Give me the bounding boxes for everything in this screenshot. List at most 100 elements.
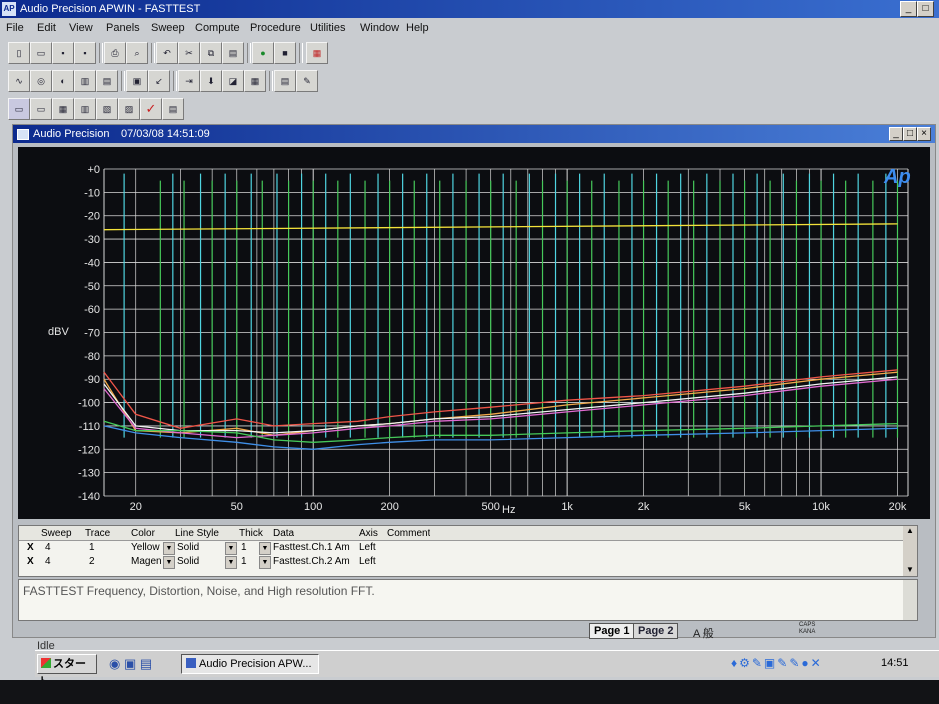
row-enable-toggle[interactable]: X <box>27 542 34 554</box>
child-restore-button[interactable]: □ <box>903 127 917 141</box>
color-dropdown-icon[interactable]: ▼ <box>163 542 175 555</box>
menu-edit[interactable]: Edit <box>37 22 56 34</box>
cut-icon[interactable]: ✂ <box>178 42 200 64</box>
menu-sweep[interactable]: Sweep <box>151 22 185 34</box>
list-icon[interactable]: ▤ <box>162 98 184 120</box>
dsp-panel-icon[interactable]: ▥ <box>74 70 96 92</box>
menu-panels[interactable]: Panels <box>106 22 140 34</box>
app-icon: AP <box>2 2 16 16</box>
graph-icon[interactable]: ◪ <box>222 70 244 92</box>
view-window-icon[interactable]: ▭ <box>8 98 30 120</box>
cell-line-style[interactable]: Solid <box>177 542 199 554</box>
cell-axis[interactable]: Left <box>359 556 376 568</box>
calc-icon[interactable]: ▦ <box>306 42 328 64</box>
log-icon[interactable]: ▤ <box>274 70 296 92</box>
print-icon[interactable]: ⎙ <box>104 42 126 64</box>
save-all-icon[interactable]: ▪ <box>74 42 96 64</box>
save-icon[interactable]: ▪ <box>52 42 74 64</box>
col-comment: Comment <box>387 528 431 539</box>
menu-help[interactable]: Help <box>406 22 429 34</box>
x-tick-label: 20 <box>130 501 142 513</box>
taskbar: スタート ◉ ▣ ▤ Audio Precision APW... ♦⚙✎▣✎✎… <box>35 650 939 680</box>
comment-box[interactable]: FASTTEST Frequency, Distortion, Noise, a… <box>18 579 918 621</box>
status-bit-icon[interactable]: ▤ <box>96 70 118 92</box>
cell-sweep[interactable]: 4 <box>45 556 51 568</box>
scroll-down-icon[interactable]: ▼ <box>903 565 917 574</box>
view-table-icon[interactable]: ▦ <box>52 98 74 120</box>
menu-file[interactable]: File <box>6 22 24 34</box>
cell-trace[interactable]: 1 <box>89 542 95 554</box>
meter-panel-icon[interactable]: ◐ <box>52 70 74 92</box>
y-tick-label: -10 <box>84 187 100 199</box>
check-icon[interactable]: ✓ <box>140 98 162 120</box>
undo-icon[interactable]: ↶ <box>156 42 178 64</box>
thick-dropdown-icon[interactable]: ▼ <box>259 542 271 555</box>
generator-panel-icon[interactable]: ∿ <box>8 70 30 92</box>
line-style-dropdown-icon[interactable]: ▼ <box>225 556 237 569</box>
line-style-dropdown-icon[interactable]: ▼ <box>225 542 237 555</box>
go-icon[interactable]: ● <box>252 42 274 64</box>
scroll-up-icon[interactable]: ▲ <box>903 526 917 538</box>
graph-window-title-bar: Audio Precision 07/03/08 14:51:09 _ □ × <box>13 125 935 143</box>
cell-color[interactable]: Magen <box>131 556 163 568</box>
series-line <box>103 369 898 429</box>
table-row[interactable]: X 4 1 Yellow ▼ Solid ▼ 1 ▼ Fasttest.Ch.1… <box>19 542 917 555</box>
x-tick-label: 200 <box>380 501 398 513</box>
child-close-button[interactable]: × <box>917 127 931 141</box>
fft-chart[interactable]: +0 -10 -20 -30 -40 -50 -60 -70 -80 -90 -100 -110 -12… <box>18 147 930 519</box>
copy-icon[interactable]: ⧉ <box>200 42 222 64</box>
menu-view[interactable]: View <box>69 22 93 34</box>
view-graph-icon[interactable]: ▭ <box>30 98 52 120</box>
edit-icon[interactable]: ✎ <box>296 70 318 92</box>
x-tick-label: 100 <box>304 501 322 513</box>
cell-line-style[interactable]: Solid <box>177 556 199 568</box>
row-enable-toggle[interactable]: X <box>27 556 34 568</box>
print-preview-icon[interactable]: ⌕ <box>126 42 148 64</box>
cell-data[interactable]: Fasttest.Ch.1 Am <box>273 542 357 554</box>
fft-icon[interactable]: ▥ <box>74 98 96 120</box>
graph-timestamp: 07/03/08 14:51:09 <box>121 128 210 140</box>
quick-launch-icons[interactable]: ◉ ▣ ▤ <box>109 656 152 672</box>
maximize-button[interactable]: □ <box>917 1 934 17</box>
cursor-select-icon[interactable]: ▧ <box>96 98 118 120</box>
sweep-down-icon[interactable]: ⬇ <box>200 70 222 92</box>
graph-area[interactable]: +0 -10 -20 -30 -40 -50 -60 -70 -80 -90 -100 -110 -12… <box>18 147 930 519</box>
stop-icon[interactable]: ■ <box>274 42 296 64</box>
cell-thick[interactable]: 1 <box>241 556 247 568</box>
menu-compute[interactable]: Compute <box>195 22 240 34</box>
cell-thick[interactable]: 1 <box>241 542 247 554</box>
taskbar-task-audio-precision[interactable]: Audio Precision APW... <box>181 654 319 674</box>
limits-icon[interactable]: ▨ <box>118 98 140 120</box>
open-folder-icon[interactable]: ▭ <box>30 42 52 64</box>
kana-label: KANA <box>799 629 816 635</box>
chart-x-ticks: 20 50 100 200 500 1k 2k 5k 10k 20k <box>130 501 907 513</box>
color-dropdown-icon[interactable]: ▼ <box>163 556 175 569</box>
y-tick-label: -80 <box>84 351 100 363</box>
cell-axis[interactable]: Left <box>359 542 376 554</box>
analyzer-panel-icon[interactable]: ◎ <box>30 70 52 92</box>
cell-color[interactable]: Yellow <box>131 542 163 554</box>
child-minimize-button[interactable]: _ <box>889 127 903 141</box>
dcx-panel-icon[interactable]: ▣ <box>126 70 148 92</box>
cell-data[interactable]: Fasttest.Ch.2 Am <box>273 556 357 568</box>
menu-procedure[interactable]: Procedure <box>250 22 301 34</box>
comment-scrollbar[interactable] <box>903 580 917 620</box>
menu-utilities[interactable]: Utilities <box>310 22 345 34</box>
start-button[interactable]: スタート <box>37 654 97 680</box>
switcher-icon[interactable]: ↙ <box>148 70 170 92</box>
thick-dropdown-icon[interactable]: ▼ <box>259 556 271 569</box>
cell-sweep[interactable]: 4 <box>45 542 51 554</box>
menu-window[interactable]: Window <box>360 22 399 34</box>
tray-icons[interactable]: ♦⚙✎▣✎✎●✕ <box>731 656 823 670</box>
sweep-settings-icon[interactable]: ⇥ <box>178 70 200 92</box>
chart-y-ticks: +0 -10 -20 -30 -40 -50 -60 -70 -80 -90 -100 -110 -12… <box>78 164 100 503</box>
toolbar-panels: ∿ ◎ ◐ ▥ ▤ ▣ ↙ ⇥ ⬇ ◪ ▦ ▤ ✎ <box>4 70 324 94</box>
chart-lines <box>103 223 898 450</box>
paste-icon[interactable]: ▤ <box>222 42 244 64</box>
table-row[interactable]: X 4 2 Magen ▼ Solid ▼ 1 ▼ Fasttest.Ch.2 … <box>19 556 917 569</box>
new-file-icon[interactable]: ▯ <box>8 42 30 64</box>
data-editor-icon[interactable]: ▦ <box>244 70 266 92</box>
minimize-button[interactable]: _ <box>900 1 917 17</box>
table-scrollbar[interactable]: ▲ ▼ <box>903 526 917 576</box>
cell-trace[interactable]: 2 <box>89 556 95 568</box>
